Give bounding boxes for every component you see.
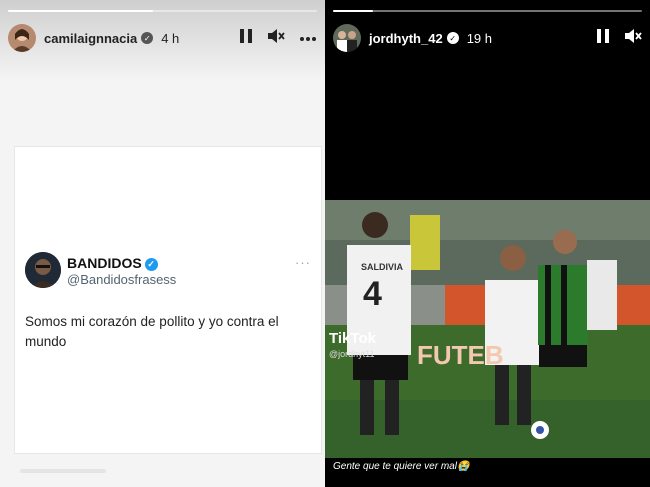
timestamp: 19 h [466, 30, 492, 46]
tiktok-watermark: TikTok @jordhyt11 [329, 330, 376, 359]
story-header: camilaignnacia ✓ 4 h [8, 22, 317, 54]
avatar[interactable] [333, 24, 361, 52]
tweet-display-name: BANDIDOS ✓ [67, 255, 158, 271]
more-icon[interactable] [299, 30, 317, 46]
story-progress-bar [8, 10, 317, 12]
watermark [20, 466, 110, 479]
story-progress-bar [333, 10, 642, 12]
story-caption: Gente que te quiere ver mal😭 [333, 461, 470, 472]
timestamp: 4 h [161, 30, 180, 46]
tweet-handle: @Bandidosfrasess [67, 272, 177, 287]
username[interactable]: camilaignnacia [44, 31, 137, 46]
story-progress-fill [8, 10, 154, 12]
story-controls [239, 28, 317, 48]
player-number: 4 [363, 275, 382, 313]
pause-icon[interactable] [596, 28, 610, 48]
verified-badge-icon: ✓ [144, 257, 158, 271]
tiktok-logo: TikTok [329, 330, 376, 347]
story-panel-right[interactable]: jordhyth_42 ✓ 19 h SALDIVIA 4 FUTEB TikT… [325, 0, 650, 487]
match-photo: SALDIVIA 4 FUTEB TikTok @jordhyt11 [325, 200, 650, 458]
tweet-text: Somos mi corazón de pollito y yo contra … [25, 314, 279, 349]
verified-badge-icon: ✓ [141, 32, 154, 44]
story-progress-fill [333, 10, 374, 12]
stadium-banner-text: FUTEB [417, 340, 504, 370]
tweet-card[interactable]: BANDIDOS ✓ @Bandidosfrasess ··· Somos mi … [14, 146, 322, 454]
tiktok-handle: @jordhyt11 [329, 349, 375, 359]
muted-icon[interactable] [267, 28, 285, 48]
tweet-display-name-text: BANDIDOS [67, 255, 142, 271]
tweet-avatar [25, 252, 61, 288]
username[interactable]: jordhyth_42 [369, 31, 443, 46]
verified-badge-icon: ✓ [446, 32, 459, 44]
player-name: SALDIVIA [361, 262, 404, 272]
pause-icon[interactable] [239, 28, 253, 48]
story-controls [596, 28, 642, 48]
avatar[interactable] [8, 24, 36, 52]
story-header: jordhyth_42 ✓ 19 h [333, 22, 642, 54]
story-panel-left[interactable]: camilaignnacia ✓ 4 h BANDIDOS ✓ @Bandido… [0, 0, 325, 487]
tweet-more-icon[interactable]: ··· [295, 255, 311, 270]
muted-icon[interactable] [624, 28, 642, 48]
